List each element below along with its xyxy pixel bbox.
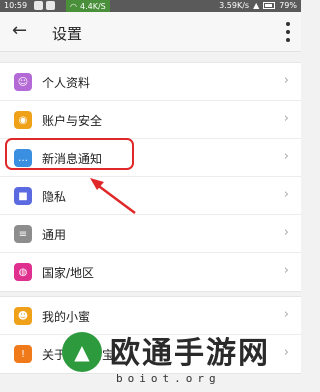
watermark-subtext: boiot.org bbox=[116, 372, 221, 385]
watermark-text: 欧通手游网 bbox=[110, 336, 270, 371]
watermark: ▲ 欧通手游网 boiot.org bbox=[62, 326, 301, 392]
watermark-logo-icon: ▲ bbox=[62, 332, 102, 372]
